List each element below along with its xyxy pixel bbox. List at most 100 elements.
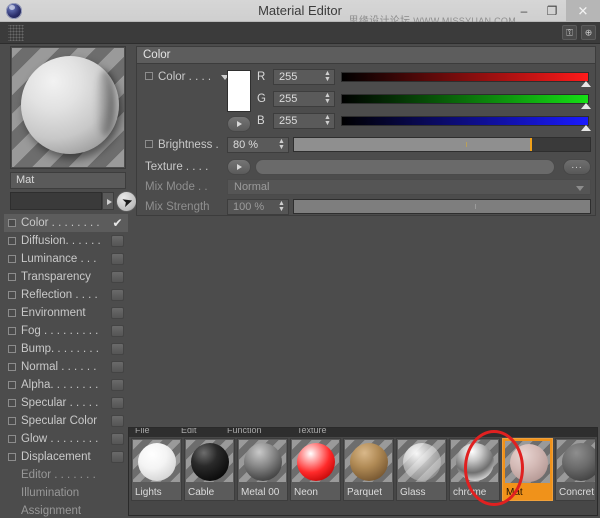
channel-enable-checkbox[interactable]	[8, 453, 16, 461]
channel-row[interactable]: Environment	[4, 304, 128, 322]
texture-browse-button[interactable]: ...	[563, 159, 591, 175]
brightness-row: Brightness . 80 % ▲▼	[137, 135, 595, 155]
channel-thumbnail[interactable]	[111, 397, 124, 409]
texture-field[interactable]	[255, 159, 555, 175]
channel-enable-checkbox[interactable]	[8, 381, 16, 389]
channel-row[interactable]: Editor . . . . . . .	[4, 466, 128, 484]
channel-row[interactable]: Fog . . . . . . . . .	[4, 322, 128, 340]
channel-enable-checkbox[interactable]	[8, 417, 16, 425]
channel-row[interactable]: Specular . . . . .	[4, 394, 128, 412]
r-stepper-icon[interactable]: ▲▼	[324, 71, 331, 84]
material-swatch[interactable]: Mat	[502, 438, 553, 501]
browser-menu-item[interactable]: File	[135, 428, 150, 436]
r-value-field[interactable]: 255 ▲▼	[273, 69, 335, 85]
minimize-button[interactable]: –	[510, 0, 538, 22]
channel-thumbnail[interactable]	[111, 289, 124, 301]
g-value-field[interactable]: 255 ▲▼	[273, 91, 335, 107]
channel-thumbnail[interactable]	[111, 451, 124, 463]
channel-thumbnail[interactable]	[111, 307, 124, 319]
material-swatch[interactable]: Cable	[184, 438, 235, 501]
channel-row[interactable]: Illumination	[4, 484, 128, 502]
channel-row[interactable]: Luminance . . .	[4, 250, 128, 268]
channel-row[interactable]: Assignment	[4, 502, 128, 518]
channel-enable-checkbox[interactable]	[8, 309, 16, 317]
channel-thumbnail[interactable]	[111, 343, 124, 355]
b-slider-track[interactable]	[341, 116, 589, 126]
channel-thumbnail[interactable]	[111, 415, 124, 427]
material-swatch[interactable]: Parquet	[343, 438, 394, 501]
g-stepper-icon[interactable]: ▲▼	[324, 93, 331, 106]
channel-enable-checkbox[interactable]	[8, 345, 16, 353]
channel-row[interactable]: Glow . . . . . . . .	[4, 430, 128, 448]
channel-row[interactable]: Color . . . . . . . .✔	[4, 214, 128, 232]
g-slider-track[interactable]	[341, 94, 589, 104]
material-swatch[interactable]: Glass	[396, 438, 447, 501]
brightness-checkbox[interactable]	[145, 140, 153, 148]
mix-strength-value-field[interactable]: 100 % ▲▼	[227, 199, 289, 215]
channel-thumbnail[interactable]	[111, 325, 124, 337]
material-preview[interactable]	[10, 46, 126, 169]
channel-thumbnail[interactable]	[111, 361, 124, 373]
channel-enable-checkbox[interactable]	[8, 435, 16, 443]
window-controls: – ❐ ✕	[510, 0, 600, 22]
b-stepper-icon[interactable]: ▲▼	[324, 115, 331, 128]
mix-strength-stepper-icon[interactable]: ▲▼	[278, 201, 285, 214]
channel-row[interactable]: Specular Color	[4, 412, 128, 430]
channel-enable-checkbox[interactable]	[8, 237, 16, 245]
channel-row[interactable]: Alpha. . . . . . . .	[4, 376, 128, 394]
material-swatch[interactable]: chrome	[449, 438, 500, 501]
channel-enable-checkbox[interactable]	[8, 273, 16, 281]
brightness-slider-handle[interactable]	[530, 138, 532, 151]
channel-check-icon[interactable]: ✔	[111, 217, 124, 229]
brightness-value-field[interactable]: 80 % ▲▼	[227, 137, 289, 153]
g-slider-handle[interactable]	[581, 103, 591, 109]
channel-row[interactable]: Bump. . . . . . . .	[4, 340, 128, 358]
browser-menu-item[interactable]: Edit	[181, 428, 197, 436]
mix-mode-value: Normal	[234, 181, 269, 193]
material-swatch[interactable]: Lights	[131, 438, 182, 501]
panel-header: Color	[137, 47, 595, 64]
channel-row[interactable]: Reflection . . . .	[4, 286, 128, 304]
material-name-field[interactable]: Mat	[10, 172, 126, 189]
texture-row: Texture . . . . ...	[137, 157, 595, 177]
channel-enable-checkbox[interactable]	[8, 327, 16, 335]
b-channel-label: B	[257, 113, 271, 130]
channel-row[interactable]: Normal . . . . . .	[4, 358, 128, 376]
channel-row[interactable]: Transparency	[4, 268, 128, 286]
channel-thumbnail[interactable]	[111, 379, 124, 391]
material-swatch[interactable]: Concret	[555, 438, 595, 501]
browser-menu-item[interactable]: Texture	[297, 428, 327, 436]
channel-enable-checkbox[interactable]	[8, 291, 16, 299]
browser-menu-item[interactable]: Function	[227, 428, 262, 436]
channel-row[interactable]: Displacement	[4, 448, 128, 466]
mix-strength-slider-fill	[294, 200, 590, 213]
mix-strength-slider[interactable]	[293, 199, 591, 214]
maximize-button[interactable]: ❐	[538, 0, 566, 22]
channel-enable-checkbox[interactable]	[8, 219, 16, 227]
filter-dropdown-arrow-icon[interactable]	[102, 192, 114, 210]
material-swatch[interactable]: Neon	[290, 438, 341, 501]
mix-mode-select[interactable]: Normal	[227, 179, 591, 195]
drag-grip-icon[interactable]	[8, 25, 24, 41]
texture-expand-button[interactable]	[227, 159, 251, 175]
channel-thumbnail[interactable]	[111, 271, 124, 283]
material-swatch[interactable]: Metal 00	[237, 438, 288, 501]
r-slider-track[interactable]	[341, 72, 589, 82]
material-editor-window: Material Editor 思缘设计论坛 WWW.MISSYUAN.COM …	[0, 0, 600, 518]
brightness-stepper-icon[interactable]: ▲▼	[278, 139, 285, 152]
b-value-field[interactable]: 255 ▲▼	[273, 113, 335, 129]
lock-button[interactable]: ⚿	[562, 25, 577, 40]
brightness-slider[interactable]	[293, 137, 591, 152]
channel-enable-checkbox[interactable]	[8, 255, 16, 263]
channel-thumbnail[interactable]	[111, 253, 124, 265]
r-slider-handle[interactable]	[581, 81, 591, 87]
channel-enable-checkbox[interactable]	[8, 399, 16, 407]
channel-thumbnail[interactable]	[111, 235, 124, 247]
b-slider-handle[interactable]	[581, 125, 591, 131]
channel-enable-checkbox[interactable]	[8, 363, 16, 371]
channel-thumbnail[interactable]	[111, 433, 124, 445]
pin-button[interactable]: ⊕	[581, 25, 596, 40]
filter-input[interactable]	[10, 192, 102, 210]
close-button[interactable]: ✕	[566, 0, 600, 22]
channel-row[interactable]: Diffusion. . . . . .	[4, 232, 128, 250]
